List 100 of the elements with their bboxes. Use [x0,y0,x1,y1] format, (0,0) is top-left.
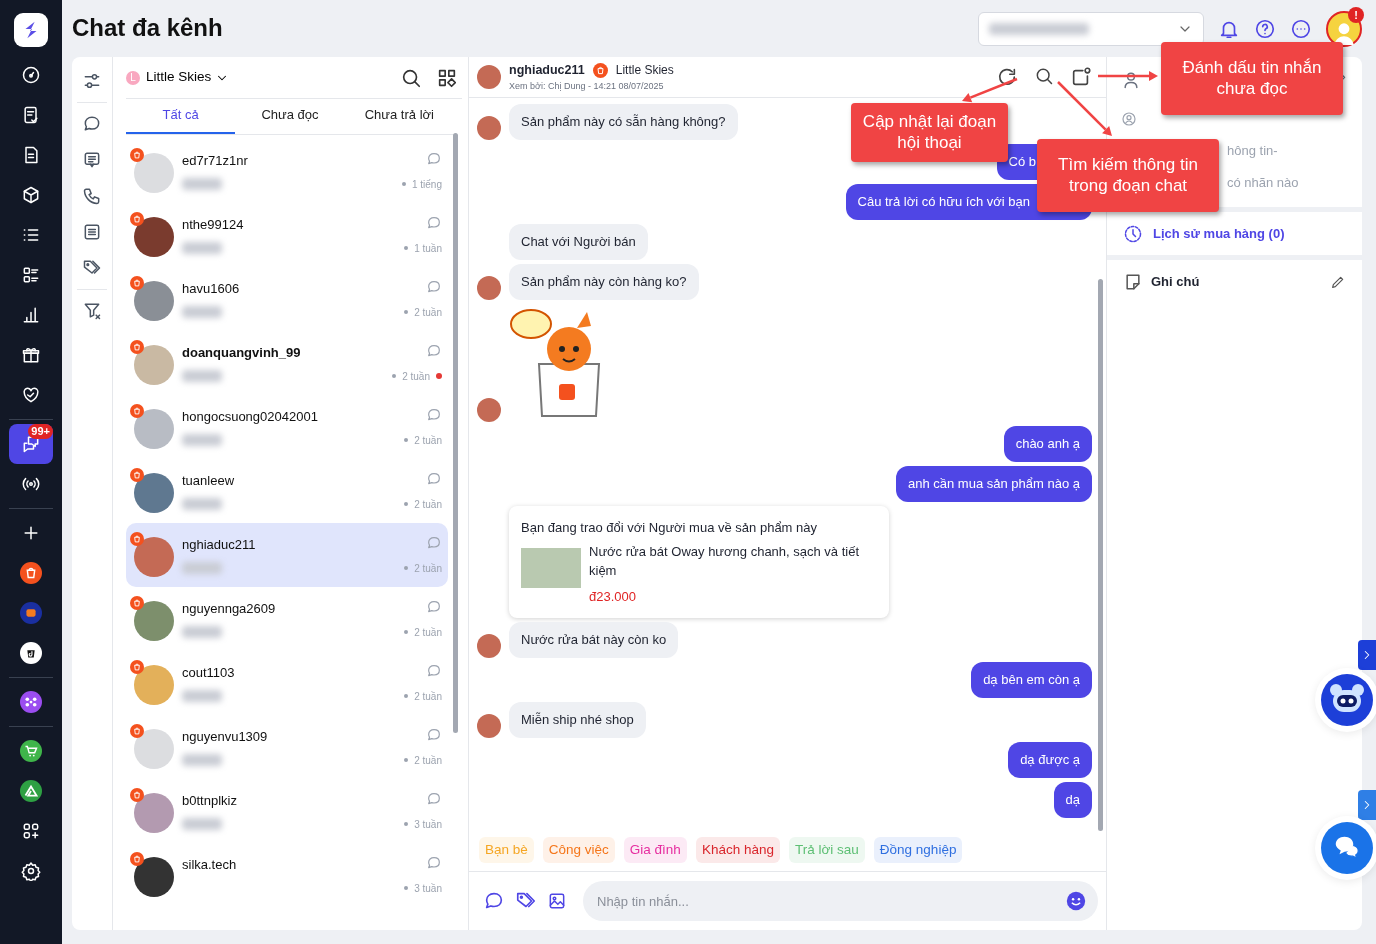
contact-name: nguyenvu1309 [182,727,269,746]
bullet-dot [404,630,409,634]
time-label: 2 tuần [414,305,442,320]
gauge-icon [21,65,41,85]
chat-bubble-icon [426,278,442,295]
conversation-item[interactable]: b0ttnplkiz 3 tuần [126,778,448,843]
shop-bag-icon [130,532,144,547]
shop-bag-icon [130,276,144,291]
message-bubble: anh cần mua sản phẩm nào ạ [896,466,1092,502]
conversation-item[interactable]: hongocsuong02042001 2 tuần [126,394,448,459]
grid-list-icon [21,265,41,285]
shop-bag-icon [592,62,608,78]
conversation-item[interactable]: cout1103 2 tuần [126,650,448,715]
clipboard-check-icon [21,105,41,125]
expand-tab[interactable] [1358,640,1376,670]
shop-bag-icon [130,404,144,419]
user-avatar[interactable]: ! [1326,10,1362,47]
shop-bag-icon [130,212,144,227]
heart-icon [21,385,41,405]
apps-icon [21,821,41,841]
purchase-history-link[interactable]: Lịch sử mua hàng (0) [1153,223,1285,244]
chat-bubble-icon [426,406,442,423]
avatar [477,65,501,89]
shop-bag-icon [130,340,144,355]
conversation-item[interactable]: nguyennga2609 2 tuần [126,586,448,651]
chat-bubble-icon [426,534,442,551]
refresh-button[interactable] [996,66,1018,88]
avatar [134,280,174,321]
avatar [134,536,174,577]
label-tag[interactable]: Khách hàng [695,836,780,863]
emoji-icon[interactable] [1066,891,1086,911]
product-card-title: Bạn đang trao đổi với Người mua về sản phẩm này [521,519,819,537]
filter-tab[interactable]: Tất cả [126,99,236,134]
expand-tab[interactable] [1358,790,1376,820]
refresh-icon [996,66,1018,88]
product-name: Nước rửa bát Oway hương chanh, sạch và tiết kiệm [589,542,861,580]
image-button[interactable] [547,891,567,911]
filter-tab[interactable]: Chưa trả lời [344,99,454,134]
shop-bag-icon [130,596,144,611]
conversation-item[interactable]: havu1606 2 tuần [126,266,448,331]
chat-icon [21,434,41,454]
dots-icon[interactable] [20,691,42,713]
scrollbar-thumb[interactable] [1098,279,1103,831]
message-bubble: Nước rửa bát này còn ko [509,622,679,658]
filter-sliders-icon [82,71,102,91]
filter-tab[interactable]: Chưa đọc [235,99,345,134]
shop-bag-icon [130,468,144,483]
music-bag-icon[interactable] [20,642,42,664]
callout-note: Tìm kiếm thông tin trong đoạn chat [1037,139,1219,212]
app-logo[interactable] [14,13,48,47]
shop-select[interactable]: Little Skies [146,67,230,88]
conversation-item[interactable]: doanquangvinh_99 2 tuần [126,330,448,395]
avatar [134,856,174,897]
phone-icon [82,186,102,206]
more-icon [1290,17,1312,40]
chat-bubble-icon [82,114,102,134]
contact-name: silka.tech [182,855,238,874]
contact-name: nghiaduc211 [182,535,257,554]
message-bubble: dạ được ạ [1008,742,1092,778]
conversation-item[interactable]: nguyenvu1309 2 tuần [126,714,448,779]
bullet-dot [404,758,409,762]
contact-name: hongocsuong02042001 [182,407,319,426]
message-input[interactable]: Nhập tin nhắn... [583,881,1098,921]
conversation-item[interactable]: nghiaduc211 2 tuần [126,522,448,587]
contact-name: cout1103 [182,663,236,682]
conversation-item[interactable]: tuanleew 2 tuần [126,458,448,523]
bullet-dot [404,822,409,826]
time-label: 3 tuần [414,881,442,896]
shop-bag-icon [130,148,144,163]
message-bubble: dạ bên em còn ạ [971,662,1092,698]
mark-unread-button[interactable] [1070,66,1092,88]
triangle-logo-icon[interactable] [20,780,42,802]
bullet-dot [404,886,409,890]
count-badge: 99+ [28,424,53,439]
label-tag[interactable]: Gia đình [623,836,687,863]
product-card[interactable]: Bạn đang trao đổi với Người mua về sản phẩm này Nước rửa bát Oway hương chanh, sạch và tiết kiệm đ23.000 [509,506,889,618]
conversation-item[interactable]: nthe99124 1 tuần [126,202,448,267]
help-button[interactable] [1254,17,1276,40]
message-bubble: Miễn ship nhé shop [509,702,646,738]
shop-bag-icon [130,788,144,803]
more-button[interactable] [1290,17,1312,40]
callout-note: Cập nhật lại đoạn hội thoại [851,103,1008,162]
time-label: 2 tuần [414,625,442,640]
bullet-dot [404,438,409,442]
conversation-item[interactable]: silka.tech 3 tuần [126,842,448,907]
chat-bubble-icon [426,598,442,615]
avatar [134,152,174,193]
contact-name: nguyennga2609 [182,599,277,618]
label-tag[interactable]: Đồng nghiệp [873,836,963,863]
mark-unread-icon [1070,66,1092,88]
scrollbar-thumb[interactable] [453,133,458,733]
store-select[interactable] [978,11,1204,46]
conversation-item[interactable]: ed7r71z1nr 1 tiếng [126,138,448,203]
shopping-bag-icon[interactable] [20,562,42,584]
chat-bubble-icon [426,150,442,167]
contact-name: ed7r71z1nr [182,151,249,170]
cart-icon[interactable] [20,740,42,762]
nav-button[interactable]: 99+ [9,424,53,464]
callout-note: Đánh dấu tin nhắn chưa đọc [1161,42,1343,115]
chat-bubble-icon [426,662,442,679]
